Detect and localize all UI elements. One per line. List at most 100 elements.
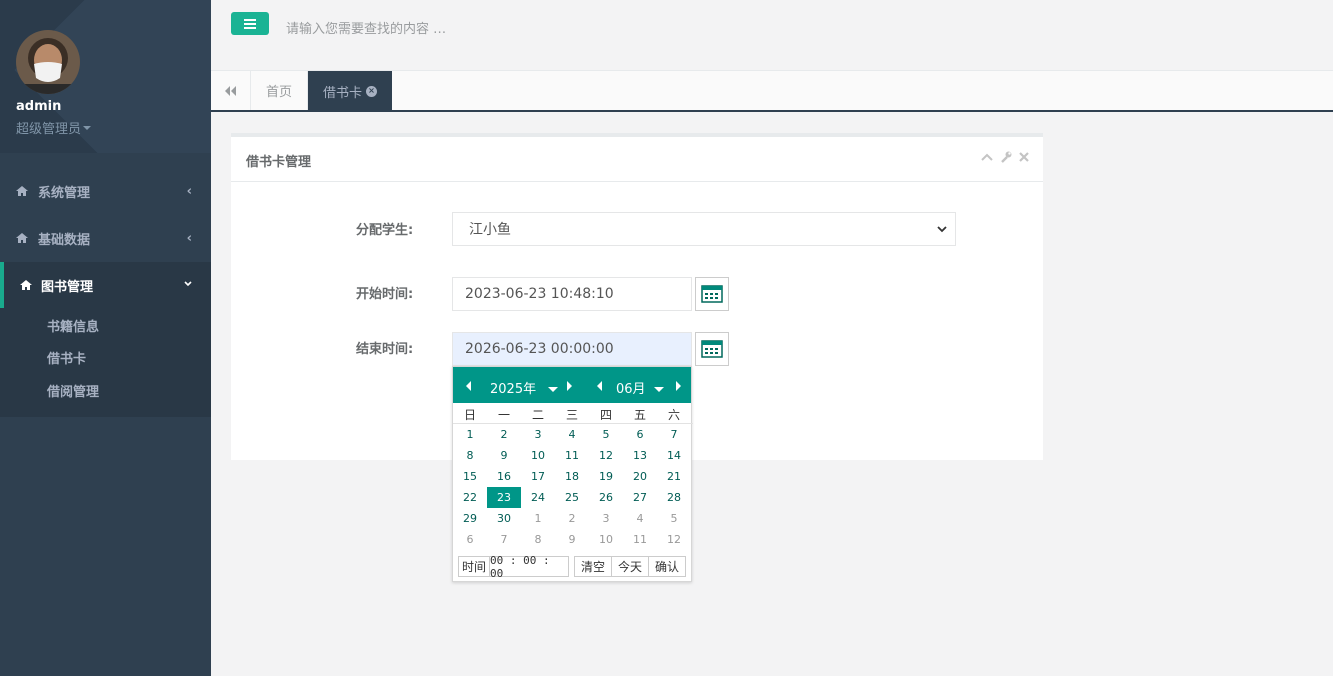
day-cell[interactable]: 8 bbox=[521, 529, 555, 550]
day-cell[interactable]: 17 bbox=[521, 466, 555, 487]
day-cell[interactable]: 5 bbox=[657, 508, 691, 529]
avatar[interactable] bbox=[16, 30, 80, 94]
start-time-input[interactable]: 2023-06-23 10:48:10 bbox=[452, 277, 692, 311]
day-cell[interactable]: 14 bbox=[657, 445, 691, 466]
sidebar-subitem-book-info[interactable]: 书籍信息 bbox=[47, 316, 99, 335]
top-navbar: 请输入您需要查找的内容 … bbox=[211, 0, 1333, 71]
day-cell[interactable]: 6 bbox=[453, 529, 487, 550]
home-icon bbox=[20, 280, 32, 290]
day-cell[interactable]: 10 bbox=[521, 445, 555, 466]
day-cell[interactable]: 1 bbox=[453, 424, 487, 445]
end-time-label: 结束时间: bbox=[356, 342, 414, 357]
wrench-icon[interactable] bbox=[1000, 151, 1012, 163]
day-cell[interactable]: 12 bbox=[657, 529, 691, 550]
search-input[interactable]: 请输入您需要查找的内容 … bbox=[286, 18, 446, 37]
weekday-label: 四 bbox=[599, 408, 612, 422]
day-cell[interactable]: 7 bbox=[487, 529, 521, 550]
end-calendar-button[interactable] bbox=[695, 332, 729, 366]
day-cell[interactable]: 4 bbox=[555, 424, 589, 445]
tab-home[interactable]: 首页 bbox=[251, 71, 308, 110]
weekday-label: 一 bbox=[497, 408, 510, 422]
sidebar-item-books[interactable]: 图书管理 bbox=[0, 262, 211, 308]
next-month-button[interactable] bbox=[676, 380, 681, 395]
panel-title: 借书卡管理 bbox=[246, 155, 312, 170]
day-cell[interactable]: 3 bbox=[521, 424, 555, 445]
sidebar-item-system[interactable]: 系统管理 ‹ bbox=[0, 168, 211, 214]
day-cell[interactable]: 3 bbox=[589, 508, 623, 529]
day-cell[interactable]: 15 bbox=[453, 466, 487, 487]
weekday-label: 五 bbox=[633, 408, 646, 422]
weekday-label: 六 bbox=[667, 408, 680, 422]
chevron-down-icon bbox=[184, 281, 192, 287]
confirm-button[interactable]: 确认 bbox=[648, 556, 686, 577]
day-cell[interactable]: 5 bbox=[589, 424, 623, 445]
calendar-icon bbox=[701, 285, 723, 303]
home-icon bbox=[16, 186, 28, 196]
time-toggle-button[interactable]: 时间 bbox=[458, 556, 490, 577]
tab-label: 首页 bbox=[266, 85, 293, 100]
clear-button[interactable]: 清空 bbox=[574, 556, 612, 577]
next-year-button[interactable] bbox=[567, 380, 572, 395]
menu-toggle-button[interactable] bbox=[231, 12, 269, 35]
day-cell[interactable]: 11 bbox=[623, 529, 657, 550]
day-cell[interactable]: 13 bbox=[623, 445, 657, 466]
day-cell[interactable]: 6 bbox=[623, 424, 657, 445]
start-calendar-button[interactable] bbox=[695, 277, 729, 311]
profile-role-dropdown[interactable]: 超级管理员 bbox=[16, 118, 92, 137]
day-cell[interactable]: 10 bbox=[589, 529, 623, 550]
sidebar: admin 超级管理员 系统管理 ‹ 基础数据 ‹ 图书管理 书籍信息 借书卡 … bbox=[0, 0, 211, 676]
close-icon[interactable] bbox=[1019, 152, 1029, 162]
day-cell[interactable]: 9 bbox=[555, 529, 589, 550]
year-select[interactable]: 2025年 bbox=[490, 378, 559, 397]
student-select[interactable]: 江小鱼 bbox=[452, 212, 956, 246]
sidebar-subitem-borrow-manage[interactable]: 借阅管理 bbox=[47, 381, 99, 400]
tab-scroll-left-button[interactable] bbox=[211, 71, 251, 110]
day-cell[interactable]: 23 bbox=[487, 487, 521, 508]
month-label: 06月 bbox=[616, 382, 646, 397]
triangle-down-icon bbox=[548, 387, 559, 392]
time-input[interactable]: 00 : 00 : 00 bbox=[490, 554, 569, 580]
student-label: 分配学生: bbox=[356, 223, 414, 238]
prev-year-button[interactable] bbox=[466, 380, 471, 395]
day-cell[interactable]: 19 bbox=[589, 466, 623, 487]
day-cell[interactable]: 27 bbox=[623, 487, 657, 508]
caret-down-icon bbox=[83, 125, 92, 130]
today-button[interactable]: 今天 bbox=[611, 556, 649, 577]
day-cell[interactable]: 4 bbox=[623, 508, 657, 529]
tab-bar: 首页 借书卡 × bbox=[211, 71, 1333, 112]
day-cell[interactable]: 9 bbox=[487, 445, 521, 466]
day-cell[interactable]: 12 bbox=[589, 445, 623, 466]
day-cell[interactable]: 30 bbox=[487, 508, 521, 529]
day-cell[interactable]: 16 bbox=[487, 466, 521, 487]
close-icon[interactable]: × bbox=[366, 85, 378, 97]
triangle-left-icon bbox=[466, 381, 471, 391]
day-cell[interactable]: 21 bbox=[657, 466, 691, 487]
sidebar-subitem-library-card[interactable]: 借书卡 bbox=[47, 348, 86, 367]
tab-library-card[interactable]: 借书卡 × bbox=[308, 71, 392, 111]
day-cell[interactable]: 28 bbox=[657, 487, 691, 508]
month-select[interactable]: 06月 bbox=[616, 378, 664, 397]
chevron-up-icon[interactable] bbox=[981, 153, 993, 161]
weekday-label: 三 bbox=[565, 408, 578, 422]
prev-month-button[interactable] bbox=[597, 380, 602, 395]
day-cell[interactable]: 2 bbox=[487, 424, 521, 445]
day-cell[interactable]: 7 bbox=[657, 424, 691, 445]
profile-panel: admin 超级管理员 bbox=[0, 0, 211, 153]
day-cell[interactable]: 18 bbox=[555, 466, 589, 487]
day-cell[interactable]: 2 bbox=[555, 508, 589, 529]
day-cell[interactable]: 20 bbox=[623, 466, 657, 487]
day-cell[interactable]: 29 bbox=[453, 508, 487, 529]
profile-role-label: 超级管理员 bbox=[16, 122, 82, 137]
day-cell[interactable]: 11 bbox=[555, 445, 589, 466]
sidebar-item-basic-data[interactable]: 基础数据 ‹ bbox=[0, 215, 211, 261]
end-time-input[interactable]: 2026-06-23 00:00:00 bbox=[452, 332, 692, 366]
chevron-down-icon bbox=[937, 226, 947, 233]
day-cell[interactable]: 24 bbox=[521, 487, 555, 508]
day-cell[interactable]: 8 bbox=[453, 445, 487, 466]
day-cell[interactable]: 25 bbox=[555, 487, 589, 508]
panel-header: 借书卡管理 bbox=[231, 137, 1043, 182]
double-left-icon bbox=[224, 85, 236, 96]
day-cell[interactable]: 22 bbox=[453, 487, 487, 508]
day-cell[interactable]: 26 bbox=[589, 487, 623, 508]
day-cell[interactable]: 1 bbox=[521, 508, 555, 529]
